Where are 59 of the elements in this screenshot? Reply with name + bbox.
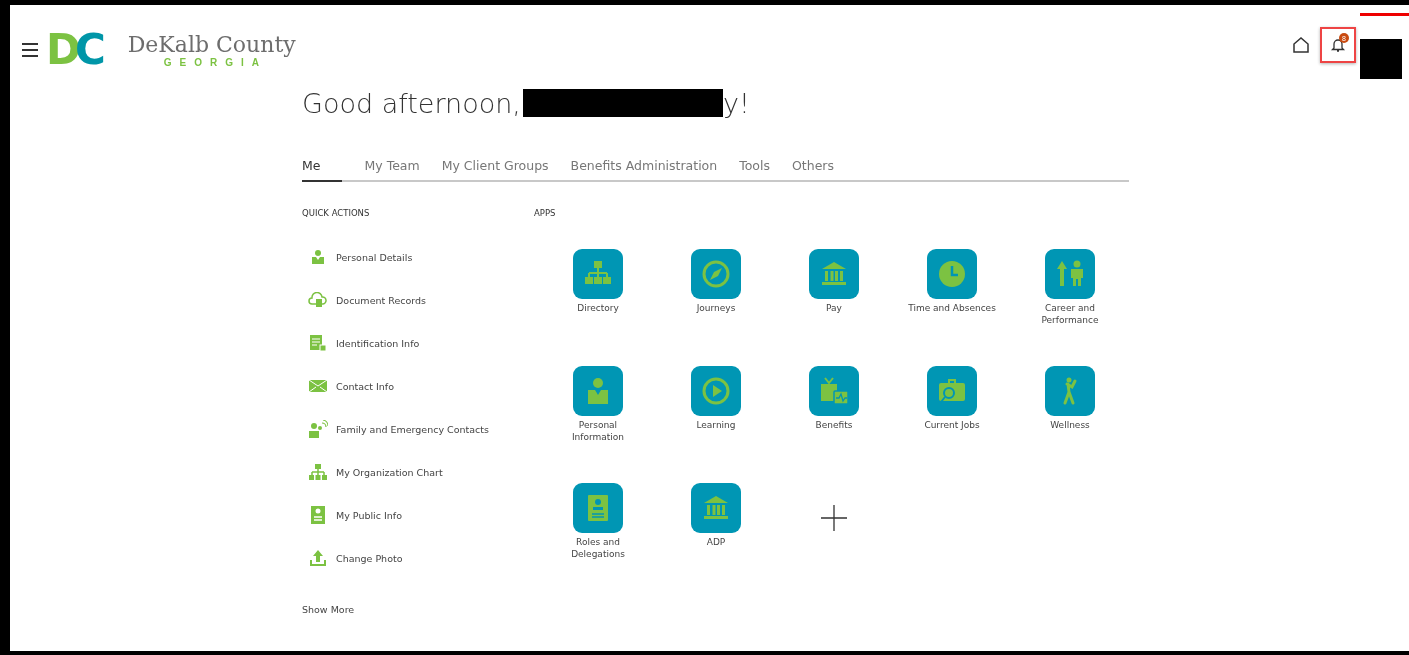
quick-action-link[interactable]: Personal Details	[308, 247, 534, 267]
redaction-block	[1360, 39, 1402, 79]
id-card-icon	[573, 483, 623, 533]
tab[interactable]: Benefits Administration	[570, 155, 718, 182]
compass-icon	[691, 249, 741, 299]
upload-icon	[308, 550, 328, 566]
play-icon	[691, 366, 741, 416]
app-tile[interactable]: Learning	[657, 366, 775, 483]
menu-button[interactable]	[22, 43, 38, 57]
app-tile[interactable]: Roles and Delegations	[539, 483, 657, 600]
org-chart-icon	[573, 249, 623, 299]
app-tile[interactable]: ADP	[657, 483, 775, 600]
quick-action-link[interactable]: Document Records	[308, 290, 534, 310]
person-icon	[573, 366, 623, 416]
tab[interactable]: My Team	[364, 155, 420, 182]
app-tile[interactable]: Journeys	[657, 249, 775, 366]
greeting: Good afternoon,	[302, 87, 521, 119]
app-tile[interactable]: Current Jobs	[893, 366, 1011, 483]
quick-action-link[interactable]: Family and Emergency Contacts	[308, 419, 534, 439]
bank-icon	[691, 483, 741, 533]
clock-icon	[927, 249, 977, 299]
quick-action-link[interactable]: My Public Info	[308, 505, 534, 525]
briefcase-search-icon	[927, 366, 977, 416]
document-icon	[308, 334, 328, 352]
tab[interactable]: Tools	[739, 155, 770, 182]
tab[interactable]: Others	[792, 155, 834, 182]
tab[interactable]: My Client Groups	[441, 155, 549, 182]
app-tile[interactable]: Wellness	[1011, 366, 1129, 483]
cloud-document-icon	[308, 292, 328, 308]
tab[interactable]: Me	[302, 155, 343, 182]
annotation-line	[1360, 13, 1409, 16]
logo-mark: DC	[46, 29, 107, 71]
greeting-end: y!	[722, 87, 750, 119]
org-chart-icon	[308, 464, 328, 480]
app-tile[interactable]: Time and Absences	[893, 249, 1011, 366]
app-tile[interactable]: Benefits	[775, 366, 893, 483]
app-tile[interactable]: Pay	[775, 249, 893, 366]
gift-icon	[809, 366, 859, 416]
figure-icon	[1045, 366, 1095, 416]
app-tile[interactable]: Directory	[539, 249, 657, 366]
logo-title: DeKalb County	[127, 32, 296, 57]
app-tile[interactable]: Career and Performance	[1011, 249, 1129, 366]
quick-action-link[interactable]: My Organization Chart	[308, 462, 534, 482]
add-button[interactable]	[821, 505, 847, 531]
home-icon[interactable]	[1292, 36, 1310, 54]
quick-action-link[interactable]: Identification Info	[308, 333, 534, 353]
app-tile[interactable]: Personal Information	[539, 366, 657, 483]
envelope-icon	[308, 380, 328, 392]
quick-action-link[interactable]: Contact Info	[308, 376, 534, 396]
section-title: APPS	[534, 208, 557, 218]
logo-subtitle: GEORGIA	[163, 57, 267, 68]
bank-icon	[809, 249, 859, 299]
section-title: QUICK ACTIONS	[302, 208, 371, 218]
bell-icon	[1330, 37, 1346, 53]
id-card-icon	[308, 506, 328, 524]
people-icon	[308, 420, 328, 438]
show-more-link[interactable]: Show More	[302, 604, 534, 615]
career-icon	[1045, 249, 1095, 299]
quick-action-link[interactable]: Change Photo	[308, 548, 534, 568]
